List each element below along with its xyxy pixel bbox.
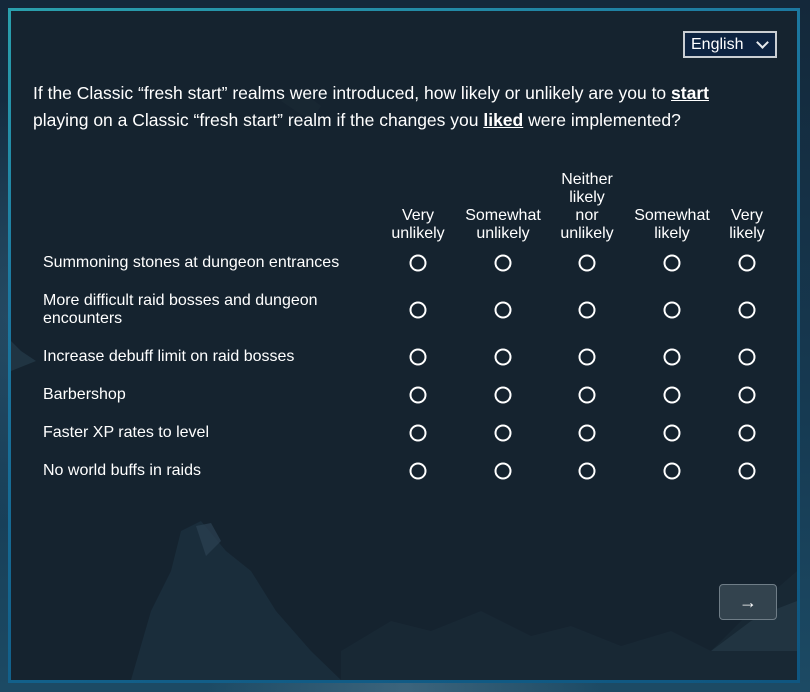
scale-header-somewhat-unlikely: Somewhat unlikely — [465, 207, 541, 242]
scale-header-somewhat-likely: Somewhat likely — [634, 207, 710, 242]
question-emphasis-start: start — [671, 83, 709, 103]
survey-panel: English If the Classic “fresh start” rea… — [11, 11, 797, 680]
row-label: Faster XP rates to level — [43, 424, 209, 441]
radio-very-likely[interactable] — [738, 348, 756, 366]
radio-very-unlikely[interactable] — [409, 301, 427, 319]
radio-very-likely[interactable] — [738, 424, 756, 442]
next-button[interactable]: → — [719, 584, 777, 620]
radio-very-likely[interactable] — [738, 462, 756, 480]
radio-very-unlikely[interactable] — [409, 386, 427, 404]
question-emphasis-liked: liked — [483, 110, 524, 130]
radio-somewhat-likely[interactable] — [663, 348, 681, 366]
language-select-value: English — [691, 35, 744, 53]
chevron-down-icon — [756, 35, 769, 49]
arrow-right-icon: → — [739, 591, 757, 612]
radio-somewhat-likely[interactable] — [663, 386, 681, 404]
radio-somewhat-likely[interactable] — [663, 424, 681, 442]
scale-header-neither: Neither likely nor unlikely — [560, 171, 614, 242]
radio-neither[interactable] — [578, 301, 596, 319]
radio-neither[interactable] — [578, 386, 596, 404]
radio-very-unlikely[interactable] — [409, 424, 427, 442]
radio-very-likely[interactable] — [738, 254, 756, 272]
radio-neither[interactable] — [578, 348, 596, 366]
radio-neither[interactable] — [578, 254, 596, 272]
radio-somewhat-likely[interactable] — [663, 301, 681, 319]
radio-very-unlikely[interactable] — [409, 254, 427, 272]
question-part-1: If the Classic “fresh start” realms were… — [33, 83, 672, 103]
row-label: Summoning stones at dungeon entrances — [43, 254, 340, 271]
radio-very-unlikely[interactable] — [409, 462, 427, 480]
radio-somewhat-unlikely[interactable] — [494, 301, 512, 319]
survey-frame: English If the Classic “fresh start” rea… — [8, 8, 800, 683]
row-label: Barbershop — [43, 386, 126, 403]
row-label: No world buffs in raids — [43, 462, 201, 479]
scale-header-very-likely: Very likely — [729, 207, 765, 242]
question-part-3: were implemented? — [523, 110, 681, 130]
radio-somewhat-unlikely[interactable] — [494, 462, 512, 480]
radio-somewhat-unlikely[interactable] — [494, 424, 512, 442]
radio-neither[interactable] — [578, 424, 596, 442]
question-text: If the Classic “fresh start” realms were… — [33, 80, 753, 134]
language-select[interactable]: English — [683, 31, 777, 58]
radio-very-unlikely[interactable] — [409, 348, 427, 366]
radio-neither[interactable] — [578, 462, 596, 480]
scale-header-very-unlikely: Very unlikely — [391, 207, 445, 242]
radio-very-likely[interactable] — [738, 301, 756, 319]
radio-somewhat-likely[interactable] — [663, 254, 681, 272]
row-label: More difficult raid bosses and dungeon e… — [43, 292, 318, 327]
radio-somewhat-unlikely[interactable] — [494, 348, 512, 366]
radio-somewhat-likely[interactable] — [663, 462, 681, 480]
question-part-2: playing on a Classic “fresh start” realm… — [33, 110, 484, 130]
scale-header: Very unlikely Somewhat unlikely Neither … — [11, 163, 797, 243]
radio-somewhat-unlikely[interactable] — [494, 254, 512, 272]
radio-very-likely[interactable] — [738, 386, 756, 404]
radio-somewhat-unlikely[interactable] — [494, 386, 512, 404]
row-label: Increase debuff limit on raid bosses — [43, 348, 295, 365]
